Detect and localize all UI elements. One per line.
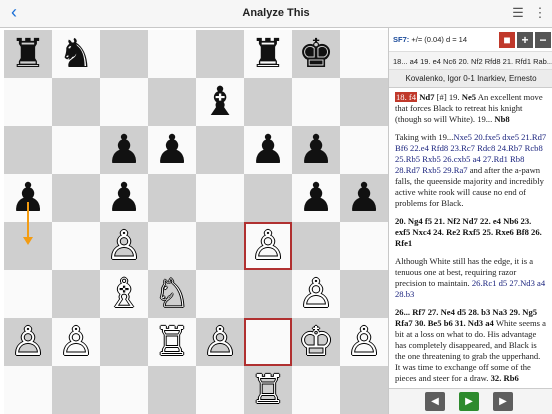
current-move[interactable]: 18. f4 bbox=[395, 92, 418, 102]
game-header: Kovalenko, Igor 0-1 Inarkiev, Ernesto bbox=[389, 70, 552, 88]
white-pawn-icon[interactable]: ♙ bbox=[244, 222, 292, 270]
black-pawn-icon[interactable]: ♟ bbox=[340, 174, 388, 222]
move[interactable]: Nd7 bbox=[419, 92, 434, 102]
add-line-button[interactable]: + bbox=[517, 32, 533, 48]
white-king-icon[interactable]: ♔ bbox=[292, 318, 340, 366]
board-area: ♜ ♞ ♜ ♚ ♝ ♟ ♟ ♟ ♟ ♟ ♟ ♟ ♟ ♙ ♙ ♗ ♘ ♙ ♙ ♙ ♖ ♙ ♔ ♙ ♖ bbox=[0, 28, 388, 414]
square-e1[interactable] bbox=[196, 366, 244, 414]
next-move-button[interactable]: ▶ bbox=[493, 392, 513, 411]
notation-paragraph: 18. f4 Nd7 [#] 19. Ne5 An excellent move… bbox=[395, 92, 547, 125]
list-icon[interactable]: ☰ bbox=[510, 5, 526, 21]
square-g1[interactable] bbox=[292, 366, 340, 414]
square-b1[interactable] bbox=[52, 366, 100, 414]
black-rook-icon[interactable]: ♜ bbox=[244, 30, 292, 78]
black-king-icon[interactable]: ♚ bbox=[292, 30, 340, 78]
square-g4[interactable] bbox=[292, 222, 340, 270]
square-c1[interactable] bbox=[100, 366, 148, 414]
notation-paragraph: 26... Rf7 27. Ne4 d5 28. b3 Na3 29. Ng5 … bbox=[395, 307, 547, 384]
engine-status: SF7: +/= (0.04) d = 14 bbox=[393, 35, 467, 44]
black-pawn-icon[interactable]: ♟ bbox=[100, 174, 148, 222]
square-b7[interactable] bbox=[52, 78, 100, 126]
mainline-moves[interactable]: 20. Ng4 f5 21. Nf2 Nd7 22. e4 Nb6 23. ex… bbox=[395, 216, 547, 249]
move[interactable]: 32. Rb6 bbox=[491, 373, 519, 383]
black-knight-icon[interactable]: ♞ bbox=[52, 30, 100, 78]
square-h8[interactable] bbox=[340, 30, 388, 78]
square-a7[interactable] bbox=[4, 78, 52, 126]
page-title: Analyze This bbox=[242, 7, 310, 19]
square-b4[interactable] bbox=[52, 222, 100, 270]
square-e6[interactable] bbox=[196, 126, 244, 174]
white-pawn-icon[interactable]: ♙ bbox=[100, 222, 148, 270]
square-d4[interactable] bbox=[148, 222, 196, 270]
square-d7[interactable] bbox=[148, 78, 196, 126]
engine-eval: +/= (0.04) d = 14 bbox=[411, 35, 468, 44]
analysis-panel: SF7: +/= (0.04) d = 14 ■ + − 18... a4 19… bbox=[388, 28, 552, 414]
square-h1[interactable] bbox=[340, 366, 388, 414]
square-e4[interactable] bbox=[196, 222, 244, 270]
square-a1[interactable] bbox=[4, 366, 52, 414]
engine-row: SF7: +/= (0.04) d = 14 ■ + − bbox=[389, 28, 552, 52]
square-h4[interactable] bbox=[340, 222, 388, 270]
navigation-bar: ◀ ▶ ▶ bbox=[389, 388, 552, 414]
app-window: ‹ Analyze This ☰ ⋮ ♜ ♞ ♜ ♚ ♝ ♟ ♟ ♟ ♟ ♟ ♟ ♟ ♟ ♙ ♙ ♗ ♘ ♙ ♙ ♙ ♖… bbox=[0, 0, 552, 414]
black-pawn-icon[interactable]: ♟ bbox=[244, 126, 292, 174]
square-b5[interactable] bbox=[52, 174, 100, 222]
square-b6[interactable] bbox=[52, 126, 100, 174]
black-pawn-icon[interactable]: ♟ bbox=[148, 126, 196, 174]
black-pawn-icon[interactable]: ♟ bbox=[4, 174, 52, 222]
square-f7[interactable] bbox=[244, 78, 292, 126]
move[interactable]: Ne5 bbox=[462, 92, 476, 102]
square-a6[interactable] bbox=[4, 126, 52, 174]
black-rook-icon[interactable]: ♜ bbox=[4, 30, 52, 78]
move[interactable]: Nb8 bbox=[494, 114, 509, 124]
square-b3[interactable] bbox=[52, 270, 100, 318]
white-pawn-icon[interactable]: ♙ bbox=[340, 318, 388, 366]
engine-pv-line[interactable]: 18... a4 19. e4 Nc6 20. Nf2 Rfd8 21. Rfd… bbox=[389, 52, 552, 70]
notation-text: [#] 19. bbox=[434, 92, 462, 102]
more-icon[interactable]: ⋮ bbox=[532, 5, 548, 21]
remove-line-button[interactable]: − bbox=[535, 32, 551, 48]
chess-board[interactable]: ♜ ♞ ♜ ♚ ♝ ♟ ♟ ♟ ♟ ♟ ♟ ♟ ♟ ♙ ♙ ♗ ♘ ♙ ♙ ♙ ♖ ♙ ♔ ♙ ♖ bbox=[4, 30, 388, 414]
black-pawn-icon[interactable]: ♟ bbox=[292, 126, 340, 174]
square-c7[interactable] bbox=[100, 78, 148, 126]
square-c2[interactable] bbox=[100, 318, 148, 366]
annotation-text: Taking with 19... bbox=[395, 132, 454, 142]
square-d8[interactable] bbox=[148, 30, 196, 78]
white-pawn-icon[interactable]: ♙ bbox=[196, 318, 244, 366]
square-f3[interactable] bbox=[244, 270, 292, 318]
top-toolbar: ‹ Analyze This ☰ ⋮ bbox=[0, 0, 552, 28]
white-bishop-icon[interactable]: ♗ bbox=[100, 270, 148, 318]
game-notation[interactable]: 18. f4 Nd7 [#] 19. Ne5 An excellent move… bbox=[389, 88, 552, 388]
square-e5[interactable] bbox=[196, 174, 244, 222]
square-a4[interactable] bbox=[4, 222, 52, 270]
black-bishop-icon[interactable]: ♝ bbox=[196, 78, 244, 126]
black-pawn-icon[interactable]: ♟ bbox=[100, 126, 148, 174]
white-pawn-icon[interactable]: ♙ bbox=[52, 318, 100, 366]
square-e8[interactable] bbox=[196, 30, 244, 78]
square-e3[interactable] bbox=[196, 270, 244, 318]
stop-engine-button[interactable]: ■ bbox=[499, 32, 515, 48]
square-a3[interactable] bbox=[4, 270, 52, 318]
white-rook-icon[interactable]: ♖ bbox=[244, 366, 292, 414]
square-c8[interactable] bbox=[100, 30, 148, 78]
white-knight-icon[interactable]: ♘ bbox=[148, 270, 196, 318]
square-g7[interactable] bbox=[292, 78, 340, 126]
play-button[interactable]: ▶ bbox=[459, 392, 479, 411]
square-h6[interactable] bbox=[340, 126, 388, 174]
square-d5[interactable] bbox=[148, 174, 196, 222]
engine-name: SF7: bbox=[393, 35, 410, 44]
square-f2[interactable] bbox=[244, 318, 292, 366]
notation-paragraph: Although White still has the edge, it is… bbox=[395, 256, 547, 300]
white-pawn-icon[interactable]: ♙ bbox=[4, 318, 52, 366]
square-d1[interactable] bbox=[148, 366, 196, 414]
square-f5[interactable] bbox=[244, 174, 292, 222]
notation-paragraph: Taking with 19...Nxe5 20.fxe5 dxe5 21.Rd… bbox=[395, 132, 547, 209]
square-h7[interactable] bbox=[340, 78, 388, 126]
previous-move-button[interactable]: ◀ bbox=[425, 392, 445, 411]
square-h3[interactable] bbox=[340, 270, 388, 318]
white-rook-icon[interactable]: ♖ bbox=[148, 318, 196, 366]
white-pawn-icon[interactable]: ♙ bbox=[292, 270, 340, 318]
black-pawn-icon[interactable]: ♟ bbox=[292, 174, 340, 222]
